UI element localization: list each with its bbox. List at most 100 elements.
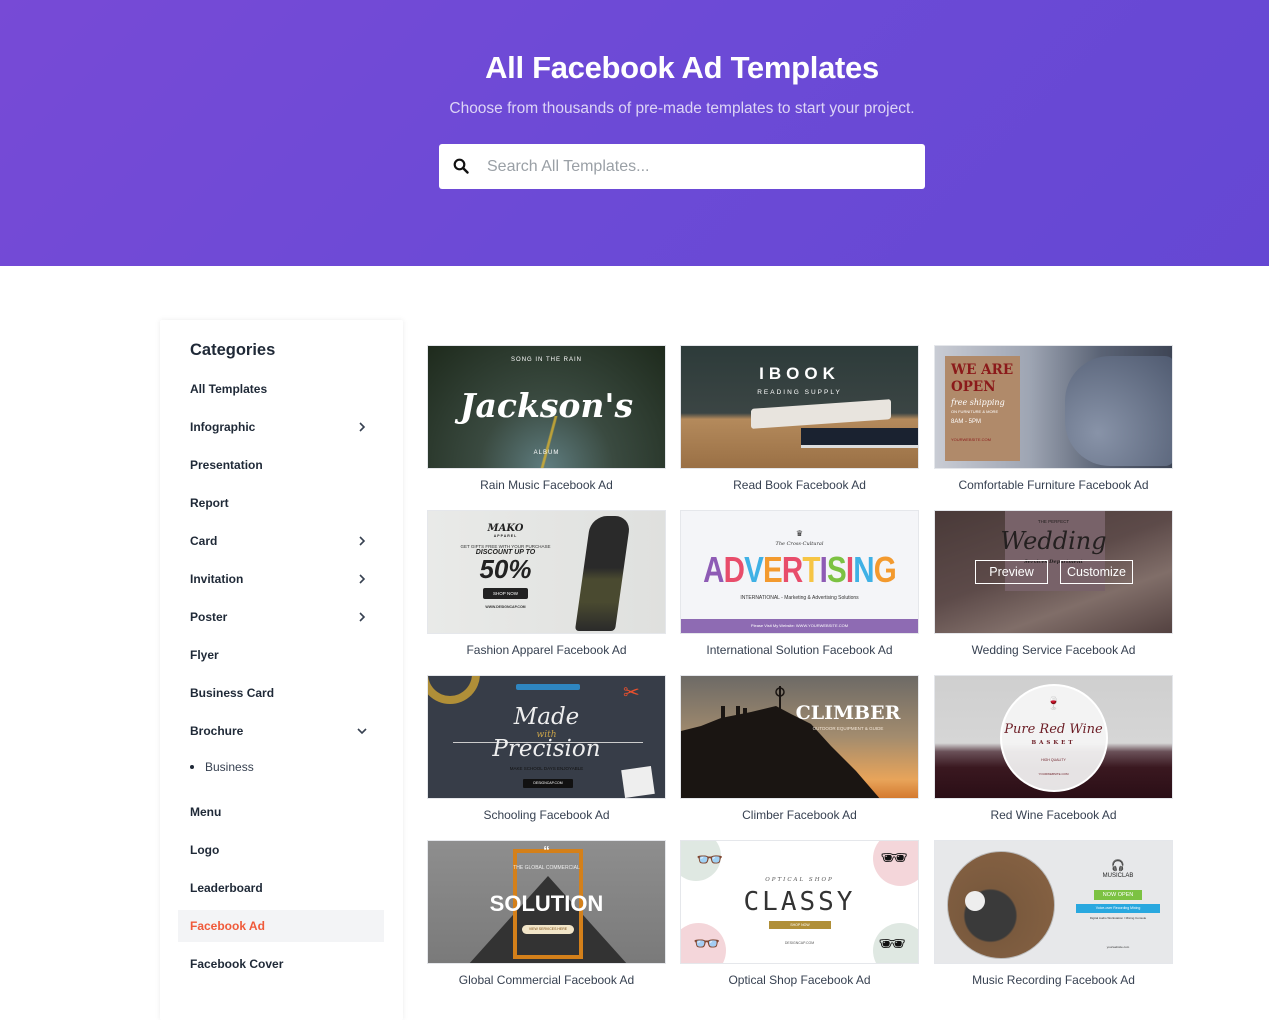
template-card[interactable]: ✂ Made with Precision MAKE SCHOOL DAYS E… [427,675,666,822]
category-label: Facebook Ad [190,919,265,933]
search-icon[interactable] [453,158,469,174]
thumb-button: SHOP NOW [483,588,528,599]
category-label: Card [190,534,218,548]
chevron-right-icon[interactable] [356,573,368,585]
template-thumbnail[interactable]: ✂ Made with Precision MAKE SCHOOL DAYS E… [427,675,666,799]
category-flyer[interactable]: Flyer [178,639,384,671]
template-card[interactable]: ♛ The Cross-Cultural ADVERTISING INTERNA… [680,510,919,657]
mountain-silhouette [681,686,880,798]
category-infographic[interactable]: Infographic [178,411,384,443]
template-caption[interactable]: Rain Music Facebook Ad [427,478,666,492]
chevron-right-icon[interactable] [356,421,368,433]
template-thumbnail[interactable]: THE PERFECT Wedding Services Department … [934,510,1173,634]
chevron-right-icon[interactable] [356,535,368,547]
open-sign: WE ARE OPEN free shipping ON FURNITURE &… [945,356,1020,461]
category-leaderboard[interactable]: Leaderboard [178,872,384,904]
categories-heading: Categories [190,341,276,359]
subcategory-label: Business [205,760,254,774]
thumb-text: INTERNATIONAL - Marketing & Advertising … [740,595,859,601]
template-caption[interactable]: Comfortable Furniture Facebook Ad [934,478,1173,492]
thumb-letter: R [781,549,803,590]
template-caption[interactable]: Climber Facebook Ad [680,808,919,822]
search-box[interactable] [439,144,925,189]
template-thumbnail[interactable]: IBOOK READING SUPPLY [680,345,919,469]
category-business-card[interactable]: Business Card [178,677,384,709]
quote-icon: “ [543,843,550,858]
thumb-text: free shipping [951,398,1005,407]
thumb-text: MAKE SCHOOL DAYS ENJOYABLE [509,766,584,771]
template-card[interactable]: MAKO APPAREL GET GIFTS FREE WITH YOUR PU… [427,510,666,657]
chevron-down-icon[interactable] [356,725,368,737]
thumb-text: HIGH QUALITY [1041,758,1066,762]
thumb-text: YOURWEBSITE.COM [951,437,991,442]
book-decoration [751,399,891,429]
category-card[interactable]: Card [178,525,384,557]
category-facebook-ad[interactable]: Facebook Ad [178,910,384,942]
category-poster[interactable]: Poster [178,601,384,633]
template-caption[interactable]: Schooling Facebook Ad [427,808,666,822]
template-card[interactable]: CLIMBER OUTDOOR EQUIPMENT & GUIDE Climbe… [680,675,919,822]
thumb-footer: Please Visit My Website: WWW.YOURWEBSITE… [681,619,918,633]
template-thumbnail[interactable]: 👓 🕶 👓 🕶 OPTICAL SHOP CLASSY SHOP NOW DES… [680,840,919,964]
template-thumbnail[interactable]: 🍷 Pure Red Wine BASKET HIGH QUALITY YOUR… [934,675,1173,799]
category-label: Flyer [190,648,219,662]
thumb-text: Voice-over Recording Mixing [1076,904,1160,913]
template-caption[interactable]: International Solution Facebook Ad [680,643,919,657]
subcategory-business[interactable]: Business [190,760,254,774]
template-caption[interactable]: Global Commercial Facebook Ad [427,973,666,987]
thumb-letter: E [762,549,783,590]
protractor-decoration [428,676,480,704]
template-thumbnail[interactable]: 🎧 MUSICLAB NOW OPEN Voice-over Recording… [934,840,1173,964]
template-caption[interactable]: Read Book Facebook Ad [680,478,919,492]
template-caption[interactable]: Fashion Apparel Facebook Ad [427,643,666,657]
template-caption[interactable]: Red Wine Facebook Ad [934,808,1173,822]
category-label: Menu [190,805,222,819]
category-menu[interactable]: Menu [178,796,384,828]
thumb-title: 50% [479,554,532,584]
crown-icon: ♛ [795,529,804,538]
template-thumbnail[interactable]: “ THE GLOBAL COMMERCIAL SOLUTION VIEW SE… [427,840,666,964]
chevron-right-icon[interactable] [356,611,368,623]
template-thumbnail[interactable]: WE ARE OPEN free shipping ON FURNITURE &… [934,345,1173,469]
template-card[interactable]: SONG IN THE RAIN Jackson's ALBUM Rain Mu… [427,345,666,492]
template-thumbnail[interactable]: CLIMBER OUTDOOR EQUIPMENT & GUIDE [680,675,919,799]
category-report[interactable]: Report [178,487,384,519]
template-card[interactable]: 👓 🕶 👓 🕶 OPTICAL SHOP CLASSY SHOP NOW DES… [680,840,919,987]
category-brochure[interactable]: Brochure [178,715,384,747]
template-caption[interactable]: Music Recording Facebook Ad [934,973,1173,987]
category-all-templates[interactable]: All Templates [178,373,384,405]
thumb-title: Precision [492,736,601,762]
template-card[interactable]: IBOOK READING SUPPLY Read Book Facebook … [680,345,919,492]
category-label: Presentation [190,458,263,472]
category-logo[interactable]: Logo [178,834,384,866]
template-card[interactable]: 🎧 MUSICLAB NOW OPEN Voice-over Recording… [934,840,1173,987]
search-input[interactable] [487,144,917,189]
template-thumbnail[interactable]: SONG IN THE RAIN Jackson's ALBUM [427,345,666,469]
category-label: Invitation [190,572,244,586]
bullet-icon [190,765,194,769]
preview-button[interactable]: Preview [975,560,1048,584]
model-figure [574,516,632,631]
categories-sidebar: Categories All Templates Infographic Pre… [160,320,403,1020]
category-invitation[interactable]: Invitation [178,563,384,595]
template-caption[interactable]: Wedding Service Facebook Ad [934,643,1173,657]
template-thumbnail[interactable]: MAKO APPAREL GET GIFTS FREE WITH YOUR PU… [427,510,666,634]
thumb-letter: G [873,549,897,590]
thumb-title: IBOOK [759,364,840,383]
thumb-text: Digital Audio Workstation / Mixing Conso… [1089,916,1147,920]
category-label: Logo [190,843,220,857]
customize-button[interactable]: Customize [1060,560,1133,584]
thumb-text: WWW.DESIGNCAP.COM [485,605,526,609]
template-thumbnail[interactable]: ♛ The Cross-Cultural ADVERTISING INTERNA… [680,510,919,634]
thumb-title: SOLUTION [489,891,604,916]
template-card[interactable]: THE PERFECT Wedding Services Department … [934,510,1173,657]
category-presentation[interactable]: Presentation [178,449,384,481]
template-card[interactable]: 🍷 Pure Red Wine BASKET HIGH QUALITY YOUR… [934,675,1173,822]
template-caption[interactable]: Optical Shop Facebook Ad [680,973,919,987]
thumb-letter: I [845,549,854,590]
template-card[interactable]: WE ARE OPEN free shipping ON FURNITURE &… [934,345,1173,492]
scissors-icon: ✂ [623,682,640,704]
template-card[interactable]: “ THE GLOBAL COMMERCIAL SOLUTION VIEW SE… [427,840,666,987]
category-facebook-cover[interactable]: Facebook Cover [178,948,384,980]
turntable-image [947,851,1055,959]
